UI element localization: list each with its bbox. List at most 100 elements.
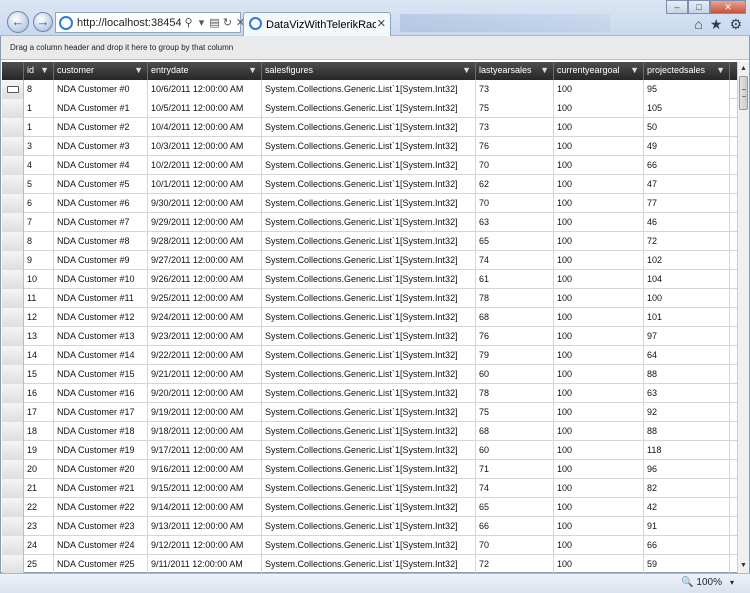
cell-entrydate[interactable]: 9/26/2011 12:00:00 AM: [148, 270, 262, 289]
address-bar[interactable]: http://localhost:38454/D ⚲▾▤↻✕: [55, 12, 245, 33]
cell-lastyearsales[interactable]: 76: [476, 327, 554, 346]
row-indicator[interactable]: [2, 384, 24, 403]
scroll-down-icon[interactable]: ▼: [738, 560, 749, 572]
cell-entrydate[interactable]: 10/3/2011 12:00:00 AM: [148, 137, 262, 156]
cell-salesfigures[interactable]: System.Collections.Generic.List`1[System…: [262, 422, 476, 441]
cell-lastyearsales[interactable]: 62: [476, 175, 554, 194]
cell-id[interactable]: 21: [24, 479, 54, 498]
scroll-thumb[interactable]: [739, 76, 748, 110]
cell-id[interactable]: 7: [24, 213, 54, 232]
cell-salesfigures[interactable]: System.Collections.Generic.List`1[System…: [262, 479, 476, 498]
cell-projectedsales[interactable]: 82: [644, 479, 730, 498]
cell-salesfigures[interactable]: System.Collections.Generic.List`1[System…: [262, 118, 476, 137]
cell-id[interactable]: 12: [24, 308, 54, 327]
cell-entrydate[interactable]: 9/22/2011 12:00:00 AM: [148, 346, 262, 365]
vertical-scrollbar[interactable]: ▲ ▼: [737, 62, 749, 573]
cell-entrydate[interactable]: 9/20/2011 12:00:00 AM: [148, 384, 262, 403]
table-row[interactable]: 11 NDA Customer #11 9/25/2011 12:00:00 AM S…: [2, 289, 737, 308]
row-indicator[interactable]: [2, 403, 24, 422]
cell-salesfigures[interactable]: System.Collections.Generic.List`1[System…: [262, 403, 476, 422]
cell-customer[interactable]: NDA Customer #7: [54, 213, 148, 232]
cell-currentyeargoal[interactable]: 100: [554, 289, 644, 308]
cell-customer[interactable]: NDA Customer #21: [54, 479, 148, 498]
table-row[interactable]: 1 NDA Customer #2 10/4/2011 12:00:00 AM Sys…: [2, 118, 737, 137]
cell-currentyeargoal[interactable]: 100: [554, 555, 644, 573]
cell-id[interactable]: 11: [24, 289, 54, 308]
cell-projectedsales[interactable]: 88: [644, 365, 730, 384]
row-indicator[interactable]: [2, 555, 24, 573]
cell-id[interactable]: 5: [24, 175, 54, 194]
cell-customer[interactable]: NDA Customer #13: [54, 327, 148, 346]
row-indicator[interactable]: [2, 422, 24, 441]
table-row[interactable]: 21 NDA Customer #21 9/15/2011 12:00:00 AM S…: [2, 479, 737, 498]
filter-funnel-icon[interactable]: ▼: [134, 66, 143, 75]
cell-projectedsales[interactable]: 47: [644, 175, 730, 194]
table-row[interactable]: 17 NDA Customer #17 9/19/2011 12:00:00 AM S…: [2, 403, 737, 422]
cell-lastyearsales[interactable]: 70: [476, 156, 554, 175]
home-icon[interactable]: ⌂: [694, 16, 702, 33]
cell-projectedsales[interactable]: 50: [644, 118, 730, 137]
cell-id[interactable]: 6: [24, 194, 54, 213]
row-indicator[interactable]: [2, 479, 24, 498]
table-row[interactable]: 18 NDA Customer #18 9/18/2011 12:00:00 AM S…: [2, 422, 737, 441]
cell-lastyearsales[interactable]: 68: [476, 308, 554, 327]
cell-projectedsales[interactable]: 88: [644, 422, 730, 441]
cell-currentyeargoal[interactable]: 100: [554, 422, 644, 441]
cell-lastyearsales[interactable]: 71: [476, 460, 554, 479]
table-row[interactable]: 12 NDA Customer #12 9/24/2011 12:00:00 AM S…: [2, 308, 737, 327]
row-indicator[interactable]: [2, 137, 24, 156]
maximize-button[interactable]: □: [688, 0, 710, 14]
row-indicator[interactable]: [2, 365, 24, 384]
cell-projectedsales[interactable]: 66: [644, 156, 730, 175]
group-by-panel[interactable]: Drag a column header and drop it here to…: [1, 36, 749, 60]
chevron-down-icon[interactable]: ▾: [730, 578, 734, 587]
cell-projectedsales[interactable]: 59: [644, 555, 730, 573]
cell-entrydate[interactable]: 9/17/2011 12:00:00 AM: [148, 441, 262, 460]
row-indicator[interactable]: [2, 536, 24, 555]
cell-salesfigures[interactable]: System.Collections.Generic.List`1[System…: [262, 384, 476, 403]
filter-funnel-icon[interactable]: ▼: [462, 66, 471, 75]
table-row[interactable]: 15 NDA Customer #15 9/21/2011 12:00:00 AM S…: [2, 365, 737, 384]
cell-salesfigures[interactable]: System.Collections.Generic.List`1[System…: [262, 289, 476, 308]
cell-customer[interactable]: NDA Customer #14: [54, 346, 148, 365]
cell-customer[interactable]: NDA Customer #0: [54, 80, 148, 99]
cell-salesfigures[interactable]: System.Collections.Generic.List`1[System…: [262, 156, 476, 175]
cell-currentyeargoal[interactable]: 100: [554, 175, 644, 194]
cell-id[interactable]: 9: [24, 251, 54, 270]
cell-id[interactable]: 1: [24, 99, 54, 118]
row-indicator[interactable]: [2, 460, 24, 479]
column-header-currentyeargoal[interactable]: currentyeargoal ▼: [554, 62, 644, 80]
cell-id[interactable]: 22: [24, 498, 54, 517]
cell-salesfigures[interactable]: System.Collections.Generic.List`1[System…: [262, 251, 476, 270]
cell-entrydate[interactable]: 9/11/2011 12:00:00 AM: [148, 555, 262, 573]
cell-id[interactable]: 16: [24, 384, 54, 403]
cell-projectedsales[interactable]: 100: [644, 289, 730, 308]
cell-customer[interactable]: NDA Customer #5: [54, 175, 148, 194]
cell-projectedsales[interactable]: 72: [644, 232, 730, 251]
cell-salesfigures[interactable]: System.Collections.Generic.List`1[System…: [262, 137, 476, 156]
minimize-button[interactable]: –: [666, 0, 688, 14]
cell-lastyearsales[interactable]: 75: [476, 99, 554, 118]
column-header-projectedsales[interactable]: projectedsales ▼: [644, 62, 730, 80]
cell-customer[interactable]: NDA Customer #15: [54, 365, 148, 384]
zoom-control[interactable]: 🔍 100% ▾: [681, 577, 734, 588]
cell-currentyeargoal[interactable]: 100: [554, 213, 644, 232]
cell-currentyeargoal[interactable]: 100: [554, 441, 644, 460]
cell-customer[interactable]: NDA Customer #6: [54, 194, 148, 213]
cell-currentyeargoal[interactable]: 100: [554, 460, 644, 479]
column-header-lastyearsales[interactable]: lastyearsales ▼: [476, 62, 554, 80]
cell-currentyeargoal[interactable]: 100: [554, 479, 644, 498]
cell-currentyeargoal[interactable]: 100: [554, 403, 644, 422]
cell-currentyeargoal[interactable]: 100: [554, 137, 644, 156]
cell-salesfigures[interactable]: System.Collections.Generic.List`1[System…: [262, 308, 476, 327]
cell-customer[interactable]: NDA Customer #18: [54, 422, 148, 441]
cell-entrydate[interactable]: 9/25/2011 12:00:00 AM: [148, 289, 262, 308]
cell-id[interactable]: 25: [24, 555, 54, 573]
table-row[interactable]: 23 NDA Customer #23 9/13/2011 12:00:00 AM S…: [2, 517, 737, 536]
row-indicator[interactable]: [2, 232, 24, 251]
table-row[interactable]: 22 NDA Customer #22 9/14/2011 12:00:00 AM S…: [2, 498, 737, 517]
cell-currentyeargoal[interactable]: 100: [554, 308, 644, 327]
row-indicator[interactable]: [2, 194, 24, 213]
cell-lastyearsales[interactable]: 68: [476, 422, 554, 441]
cell-salesfigures[interactable]: System.Collections.Generic.List`1[System…: [262, 232, 476, 251]
